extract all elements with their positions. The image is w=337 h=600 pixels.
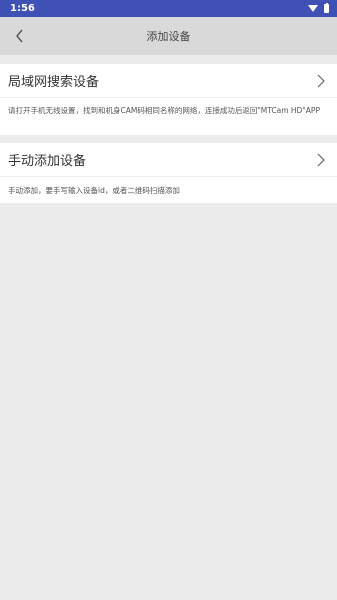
manual-add-label: 手动添加设备	[8, 154, 87, 169]
manual-add-card: 手动添加设备 手动添加，要手写输入设备id，或者二维码扫描添加	[0, 143, 337, 203]
back-button[interactable]	[10, 26, 30, 46]
lan-search-description: 请打开手机无线设置，找到和机身CAM码相同名称的网络，连接成功后返回"MTCam…	[8, 106, 320, 115]
manual-add-option[interactable]: 手动添加设备	[0, 143, 337, 177]
chevron-right-icon	[317, 74, 325, 87]
battery-icon	[324, 3, 329, 13]
lan-search-label: 局域网搜索设备	[8, 75, 100, 90]
app-bar: 添加设备	[0, 17, 337, 55]
chevron-right-icon	[317, 153, 325, 166]
wifi-icon	[308, 5, 318, 12]
lan-search-card: 局域网搜索设备 请打开手机无线设置，找到和机身CAM码相同名称的网络，连接成功后…	[0, 64, 337, 135]
chevron-left-icon	[16, 29, 23, 43]
status-time: 1:56	[10, 3, 35, 14]
status-icons	[308, 3, 329, 13]
manual-add-description: 手动添加，要手写输入设备id，或者二维码扫描添加	[8, 186, 180, 195]
page-title: 添加设备	[146, 30, 191, 43]
lan-search-option[interactable]: 局域网搜索设备	[0, 64, 337, 98]
status-bar: 1:56	[0, 0, 337, 17]
